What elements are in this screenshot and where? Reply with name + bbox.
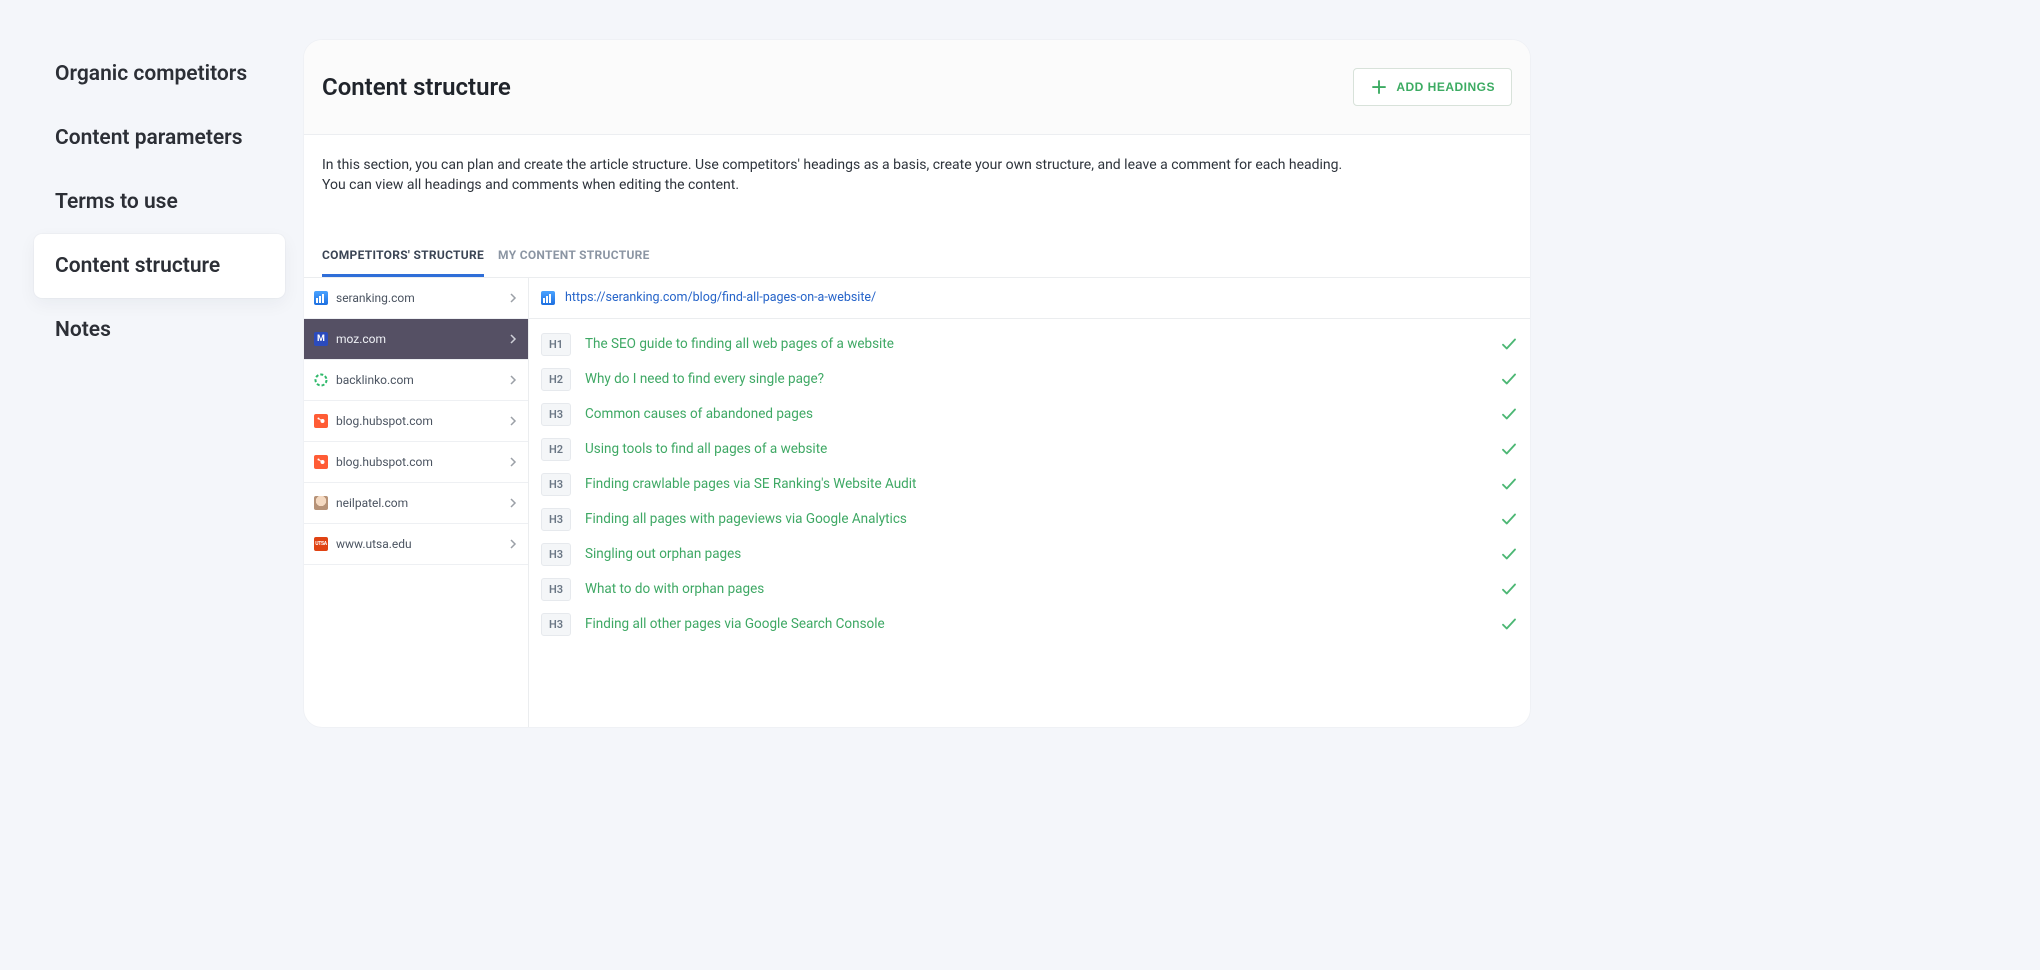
heading-text: Why do I need to find every single page? xyxy=(585,371,1486,387)
check-icon xyxy=(1500,475,1518,493)
heading-row[interactable]: H3 Finding all pages with pageviews via … xyxy=(541,502,1518,537)
chevron-right-icon xyxy=(508,375,518,385)
competitor-row[interactable]: neilpatel.com xyxy=(304,483,528,524)
check-icon xyxy=(1500,440,1518,458)
sidebar-item-organic-competitors[interactable]: Organic competitors xyxy=(0,42,304,106)
favicon-neilpatel-icon xyxy=(314,496,328,510)
heading-level-tag: H3 xyxy=(541,613,571,636)
competitor-list: seranking.com moz.com backlinko.com xyxy=(304,278,529,727)
check-icon xyxy=(1500,615,1518,633)
heading-level-tag: H3 xyxy=(541,508,571,531)
competitor-domain: moz.com xyxy=(336,332,500,346)
chevron-right-icon xyxy=(508,498,518,508)
heading-text: Common causes of abandoned pages xyxy=(585,406,1486,422)
check-icon xyxy=(1500,335,1518,353)
check-icon xyxy=(1500,545,1518,563)
heading-row[interactable]: H3 What to do with orphan pages xyxy=(541,572,1518,607)
competitor-row[interactable]: seranking.com xyxy=(304,278,528,319)
competitor-row[interactable]: moz.com xyxy=(304,319,528,360)
check-icon xyxy=(1500,370,1518,388)
chevron-right-icon xyxy=(508,293,518,303)
chevron-right-icon xyxy=(508,334,518,344)
heading-level-tag: H1 xyxy=(541,333,571,356)
heading-level-tag: H2 xyxy=(541,368,571,391)
favicon-hubspot-icon xyxy=(314,414,328,428)
heading-text: What to do with orphan pages xyxy=(585,581,1486,597)
content-body: seranking.com moz.com backlinko.com xyxy=(304,278,1530,727)
heading-row[interactable]: H1 The SEO guide to finding all web page… xyxy=(541,327,1518,362)
heading-row[interactable]: H3 Finding all other pages via Google Se… xyxy=(541,607,1518,642)
heading-row[interactable]: H2 Using tools to find all pages of a we… xyxy=(541,432,1518,467)
heading-text: Finding all other pages via Google Searc… xyxy=(585,616,1486,632)
tab-competitors-structure[interactable]: COMPETITORS' STRUCTURE xyxy=(322,236,484,277)
competitor-domain: www.utsa.edu xyxy=(336,537,500,551)
heading-row[interactable]: H3 Common causes of abandoned pages xyxy=(541,397,1518,432)
root-layout: Organic competitors Content parameters T… xyxy=(0,0,1530,727)
heading-row[interactable]: H3 Singling out orphan pages xyxy=(541,537,1518,572)
chevron-right-icon xyxy=(508,457,518,467)
tabs: COMPETITORS' STRUCTURE MY CONTENT STRUCT… xyxy=(304,236,1530,278)
heading-text: Using tools to find all pages of a websi… xyxy=(585,441,1486,457)
sidebar-item-content-parameters[interactable]: Content parameters xyxy=(0,106,304,170)
heading-level-tag: H3 xyxy=(541,403,571,426)
source-url-link[interactable]: https://seranking.com/blog/find-all-page… xyxy=(565,290,876,305)
competitor-domain: backlinko.com xyxy=(336,373,500,387)
heading-level-tag: H3 xyxy=(541,473,571,496)
competitor-row[interactable]: backlinko.com xyxy=(304,360,528,401)
tab-my-content-structure[interactable]: MY CONTENT STRUCTURE xyxy=(498,236,650,277)
competitor-row[interactable]: blog.hubspot.com xyxy=(304,442,528,483)
favicon-hubspot-icon xyxy=(314,455,328,469)
heading-row[interactable]: H2 Why do I need to find every single pa… xyxy=(541,362,1518,397)
main-panel: Content structure ADD HEADINGS In this s… xyxy=(304,40,1530,727)
check-icon xyxy=(1500,405,1518,423)
favicon-seranking-icon xyxy=(541,291,555,305)
heading-level-tag: H3 xyxy=(541,543,571,566)
competitor-detail: https://seranking.com/blog/find-all-page… xyxy=(529,278,1530,727)
competitor-domain: blog.hubspot.com xyxy=(336,414,500,428)
add-headings-button[interactable]: ADD HEADINGS xyxy=(1353,68,1512,106)
heading-row[interactable]: H3 Finding crawlable pages via SE Rankin… xyxy=(541,467,1518,502)
competitor-domain: seranking.com xyxy=(336,291,500,305)
page-title: Content structure xyxy=(322,73,511,101)
section-description: In this section, you can plan and create… xyxy=(304,135,1364,196)
sidebar: Organic competitors Content parameters T… xyxy=(0,0,304,727)
add-headings-label: ADD HEADINGS xyxy=(1396,80,1495,94)
favicon-seranking-icon xyxy=(314,291,328,305)
sidebar-item-terms-to-use[interactable]: Terms to use xyxy=(0,170,304,234)
favicon-utsa-icon xyxy=(314,537,328,551)
sidebar-item-content-structure[interactable]: Content structure xyxy=(34,234,285,298)
chevron-right-icon xyxy=(508,416,518,426)
source-url-bar: https://seranking.com/blog/find-all-page… xyxy=(529,278,1530,319)
heading-level-tag: H3 xyxy=(541,578,571,601)
heading-level-tag: H2 xyxy=(541,438,571,461)
heading-text: Singling out orphan pages xyxy=(585,546,1486,562)
favicon-moz-icon xyxy=(314,332,328,346)
competitor-domain: neilpatel.com xyxy=(336,496,500,510)
competitor-row[interactable]: www.utsa.edu xyxy=(304,524,528,565)
heading-text: Finding crawlable pages via SE Ranking's… xyxy=(585,476,1486,492)
check-icon xyxy=(1500,510,1518,528)
plus-icon xyxy=(1370,78,1388,96)
sidebar-item-notes[interactable]: Notes xyxy=(0,298,304,362)
headings-list[interactable]: H1 The SEO guide to finding all web page… xyxy=(529,319,1530,727)
heading-text: Finding all pages with pageviews via Goo… xyxy=(585,511,1486,527)
check-icon xyxy=(1500,580,1518,598)
chevron-right-icon xyxy=(508,539,518,549)
competitor-row[interactable]: blog.hubspot.com xyxy=(304,401,528,442)
favicon-backlinko-icon xyxy=(314,373,328,387)
competitor-domain: blog.hubspot.com xyxy=(336,455,500,469)
heading-text: The SEO guide to finding all web pages o… xyxy=(585,336,1486,352)
main-header: Content structure ADD HEADINGS xyxy=(304,40,1530,135)
